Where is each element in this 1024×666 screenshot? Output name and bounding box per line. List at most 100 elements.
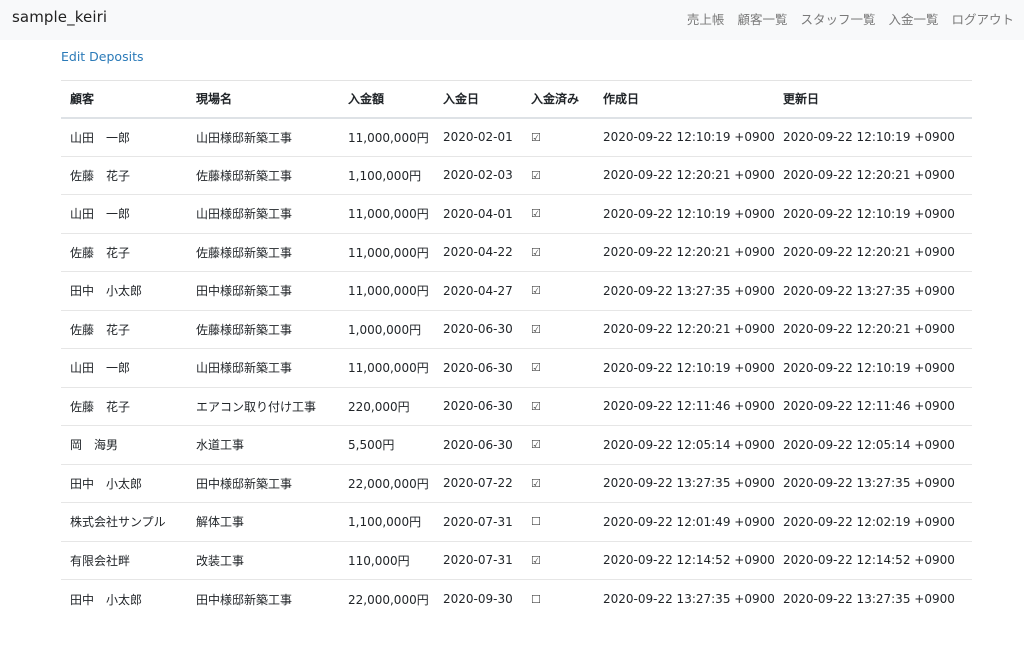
header-customer: 顧客 — [61, 80, 187, 119]
created-at-cell: 2020-09-22 12:20:21 +0900 — [594, 155, 774, 195]
customer-cell: 佐藤 花子 — [61, 386, 187, 426]
table-row: 有限会社畔 改装工事 110,000円 2020-07-31 ☑ 2020-09-22 1… — [61, 540, 972, 580]
deposited-checkbox: ☐ — [522, 579, 594, 618]
updated-at-cell: 2020-09-22 12:05:14 +0900 — [774, 425, 972, 464]
deposited-checkbox: ☑ — [522, 194, 594, 233]
amount-cell: 11,000,000円 — [339, 348, 434, 387]
updated-at-cell: 2020-09-22 12:20:21 +0900 — [774, 155, 972, 195]
customer-cell: 山田 一郎 — [70, 130, 131, 145]
amount-cell: 11,000,000円 — [339, 271, 434, 310]
deposit-date-cell: 2020-06-30 — [434, 309, 522, 349]
customer-cell: 株式会社サンプル — [61, 502, 187, 541]
amount-cell: 11,000,000円 — [348, 130, 429, 145]
table-row: 株式会社サンプル 解体工事 1,100,000円 2020-07-31 ☐ 2020-09… — [61, 502, 972, 541]
customer-cell: 田中 小太郎 — [61, 579, 187, 618]
site-name-cell: 解体工事 — [187, 502, 339, 541]
header-site-name: 現場名 — [187, 80, 339, 119]
created-at-cell: 2020-09-22 12:01:49 +0900 — [594, 502, 774, 541]
customer-cell: 佐藤 花子 — [61, 309, 187, 349]
table-row: 佐藤 花子 エアコン取り付け工事 220,000円 2020-06-30 ☑ 2020-0… — [61, 386, 972, 426]
deposit-date-cell: 2020-07-31 — [434, 502, 522, 541]
customer-cell: 山田 一郎 — [61, 194, 187, 233]
created-at-cell: 2020-09-22 13:27:35 +0900 — [594, 463, 774, 503]
header-updated-at: 更新日 — [774, 80, 972, 119]
updated-at-cell: 2020-09-22 12:20:21 +0900 — [774, 232, 972, 272]
site-name-cell: 田中様邸新築工事 — [187, 579, 339, 618]
customer-cell: 山田 一郎 — [61, 348, 187, 387]
amount-cell: 22,000,000円 — [339, 579, 434, 618]
updated-at-cell: 2020-09-22 13:27:35 +0900 — [774, 579, 972, 618]
table-row: 佐藤 花子 佐藤様邸新築工事 11,000,000円 2020-04-22 ☑ 2020-… — [61, 232, 972, 272]
site-name-cell: 田中様邸新築工事 — [187, 271, 339, 310]
header-deposit-date: 入金日 — [434, 80, 522, 119]
customer-cell: 佐藤 花子 — [61, 155, 187, 195]
site-name-cell: 水道工事 — [187, 425, 339, 464]
header-amount: 入金額 — [339, 80, 434, 119]
deposited-checkbox: ☑ — [522, 232, 594, 272]
edit-deposits-link[interactable]: Edit Deposits — [61, 49, 143, 64]
site-name-cell: 佐藤様邸新築工事 — [187, 232, 339, 272]
header-deposited: 入金済み — [522, 80, 594, 119]
customer-cell: 田中 小太郎 — [61, 271, 187, 310]
deposit-date-cell: 2020-02-03 — [434, 155, 522, 195]
amount-cell: 1,000,000円 — [339, 309, 434, 349]
table-row: 田中 小太郎 田中様邸新築工事 11,000,000円 2020-04-27 ☑ 2020… — [61, 271, 972, 310]
table-row: 田中 小太郎 田中様邸新築工事 22,000,000円 2020-09-30 ☐ 2020… — [61, 579, 972, 618]
created-at-cell: 2020-09-22 12:14:52 +0900 — [594, 540, 774, 580]
customer-cell: 岡 海男 — [61, 425, 187, 464]
deposited-checkbox: ☑ — [522, 271, 594, 310]
customer-cell: 佐藤 花子 — [61, 232, 187, 272]
deposit-date-cell: 2020-06-30 — [434, 425, 522, 464]
table-body: 山田 一郎 山田様邸新築工事 11,000,000円 2020-02-01 ☑ 2020-… — [61, 118, 972, 618]
site-name-cell: 改装工事 — [187, 540, 339, 580]
deposited-checkbox: ☑ — [522, 155, 594, 195]
nav-link-staff[interactable]: スタッフ一覧 — [800, 9, 875, 28]
created-at-cell: 2020-09-22 12:20:21 +0900 — [594, 309, 774, 349]
table-row: 山田 一郎 山田様邸新築工事 11,000,000円 2020-04-01 ☑ 2020-… — [61, 194, 972, 233]
deposit-date-cell: 2020-06-30 — [434, 348, 522, 387]
nav-link-sales-ledger[interactable]: 売上帳 — [687, 9, 725, 28]
amount-cell: 110,000円 — [339, 540, 434, 580]
deposited-checkbox: ☐ — [522, 502, 594, 541]
amount-cell: 5,500円 — [339, 425, 434, 464]
customer-cell: 有限会社畔 — [61, 540, 187, 580]
created-at-cell: 2020-09-22 12:05:14 +0900 — [594, 425, 774, 464]
amount-cell: 11,000,000円 — [339, 194, 434, 233]
table-row: 佐藤 花子 佐藤様邸新築工事 1,100,000円 2020-02-03 ☑ 2020-0… — [61, 155, 972, 195]
table-row: 田中 小太郎 田中様邸新築工事 22,000,000円 2020-07-22 ☑ 2020… — [61, 463, 972, 503]
deposited-checkbox: ☑ — [522, 309, 594, 349]
created-at-cell: 2020-09-22 13:27:35 +0900 — [594, 271, 774, 310]
deposited-checkbox: ☑ — [522, 425, 594, 464]
table-header-row: 顧客 現場名 入金額 入金日 入金済み 作成日 更新日 — [61, 80, 972, 119]
created-at-cell: 2020-09-22 12:10:19 +0900 — [594, 194, 774, 233]
created-at-cell: 2020-09-22 12:20:21 +0900 — [594, 232, 774, 272]
created-at-cell: 2020-09-22 12:10:19 +0900 — [594, 348, 774, 387]
amount-cell: 1,100,000円 — [339, 502, 434, 541]
deposited-checkbox: ☑ — [522, 386, 594, 426]
deposit-date-cell: 2020-04-27 — [434, 271, 522, 310]
deposit-date-cell: 2020-09-30 — [434, 579, 522, 618]
created-at-cell: 2020-09-22 13:27:35 +0900 — [594, 579, 774, 618]
deposited-checkbox: ☑ — [522, 540, 594, 580]
created-at-cell: 2020-09-22 12:10:19 +0900 — [603, 130, 774, 144]
table-row: 佐藤 花子 佐藤様邸新築工事 1,000,000円 2020-06-30 ☑ 2020-0… — [61, 309, 972, 349]
deposit-date-cell: 2020-07-31 — [434, 540, 522, 580]
updated-at-cell: 2020-09-22 13:27:35 +0900 — [774, 271, 972, 310]
brand-link[interactable]: sample_keiri — [12, 8, 107, 26]
updated-at-cell: 2020-09-22 12:10:19 +0900 — [774, 194, 972, 233]
updated-at-cell: 2020-09-22 12:20:21 +0900 — [774, 309, 972, 349]
updated-at-cell: 2020-09-22 13:27:35 +0900 — [774, 463, 972, 503]
deposit-date-cell: 2020-07-22 — [434, 463, 522, 503]
updated-at-cell: 2020-09-22 12:10:19 +0900 — [774, 348, 972, 387]
deposit-date-cell: 2020-02-01 — [443, 130, 513, 144]
customer-cell: 田中 小太郎 — [61, 463, 187, 503]
site-name-cell: 佐藤様邸新築工事 — [187, 309, 339, 349]
site-name-cell: 田中様邸新築工事 — [187, 463, 339, 503]
nav-link-logout[interactable]: ログアウト — [951, 9, 1014, 28]
site-name-cell: 山田様邸新築工事 — [187, 348, 339, 387]
deposit-date-cell: 2020-04-01 — [434, 194, 522, 233]
nav-link-deposits[interactable]: 入金一覧 — [888, 9, 938, 28]
updated-at-cell: 2020-09-22 12:11:46 +0900 — [774, 386, 972, 426]
nav-link-customers[interactable]: 顧客一覧 — [737, 9, 787, 28]
table-row: 山田 一郎 山田様邸新築工事 11,000,000円 2020-02-01 ☑ 2020-… — [61, 118, 972, 157]
